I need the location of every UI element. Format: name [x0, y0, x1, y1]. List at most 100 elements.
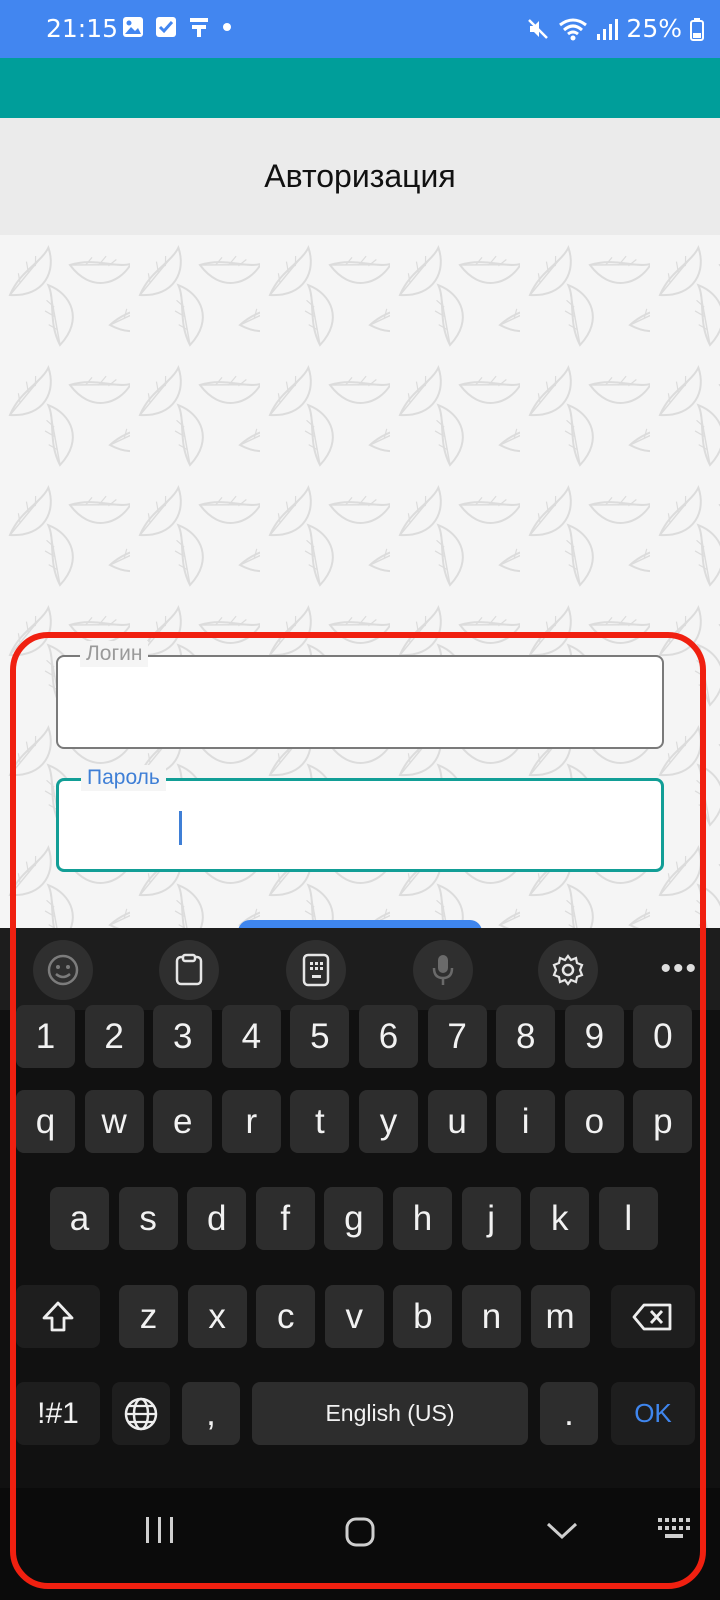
key-y[interactable]: y [359, 1090, 418, 1153]
key-u-label: u [447, 1101, 467, 1141]
key-l[interactable]: l [598, 1187, 658, 1250]
key-h[interactable]: h [393, 1187, 452, 1250]
key-7-label: 7 [447, 1016, 467, 1056]
key-2-label: 2 [104, 1016, 124, 1056]
symbols-key-label: !#1 [37, 1396, 79, 1430]
key-6-label: 6 [378, 1016, 399, 1056]
mute-icon [528, 18, 549, 39]
period-key-label: . [564, 1393, 574, 1433]
notification-icons [122, 16, 233, 38]
key-z[interactable]: z [119, 1285, 178, 1348]
signal-icon [597, 18, 619, 40]
key-p-label: p [653, 1101, 673, 1141]
key-a[interactable]: a [50, 1187, 109, 1250]
space-key-label: English (US) [325, 1400, 455, 1426]
backspace-icon [632, 1303, 672, 1330]
login-field[interactable]: Логин [56, 641, 664, 749]
key-k[interactable]: k [530, 1187, 590, 1250]
comma-key[interactable]: , [182, 1382, 240, 1445]
key-q[interactable]: q [16, 1090, 75, 1153]
key-c[interactable]: c [256, 1285, 316, 1348]
key-g[interactable]: g [324, 1187, 384, 1250]
key-u[interactable]: u [427, 1090, 487, 1153]
key-h-label: h [412, 1198, 433, 1238]
key-5[interactable]: 5 [290, 1005, 350, 1068]
key-1-label: 1 [35, 1016, 56, 1056]
emoji-icon[interactable] [33, 940, 93, 1000]
globe-icon [124, 1397, 158, 1430]
key-j[interactable]: j [461, 1187, 521, 1250]
recent-apps-icon[interactable] [144, 1516, 176, 1544]
key-d[interactable]: d [187, 1187, 247, 1250]
system-icons: 25% [526, 14, 704, 43]
key-o-label: o [584, 1101, 605, 1141]
key-d-label: d [206, 1198, 227, 1238]
more-icon[interactable]: ••• [660, 954, 698, 984]
key-s[interactable]: s [118, 1187, 178, 1250]
login-label: Логин [80, 641, 149, 667]
key-q-label: q [35, 1101, 56, 1141]
key-6[interactable]: 6 [359, 1005, 418, 1068]
key-1[interactable]: 1 [16, 1005, 75, 1068]
navigation-bar [0, 1488, 720, 1600]
app-icon [190, 18, 208, 37]
settings-icon[interactable] [538, 940, 598, 1000]
key-o[interactable]: o [564, 1090, 624, 1153]
ok-key-label: OK [634, 1398, 672, 1428]
key-x-label: x [208, 1296, 226, 1336]
microphone-icon[interactable] [413, 940, 473, 1000]
key-8-label: 8 [515, 1016, 536, 1056]
key-v[interactable]: v [324, 1285, 384, 1348]
language-key[interactable] [112, 1382, 170, 1445]
battery-percent: 25% [626, 14, 682, 43]
comma-key-label: , [206, 1393, 216, 1433]
key-m[interactable]: m [530, 1285, 590, 1348]
key-3[interactable]: 3 [153, 1005, 213, 1068]
key-i[interactable]: i [496, 1090, 556, 1153]
key-3-label: 3 [172, 1016, 193, 1056]
password-field[interactable]: Пароль [56, 765, 664, 872]
key-x[interactable]: x [187, 1285, 247, 1348]
key-p[interactable]: p [633, 1090, 693, 1153]
dot-icon [223, 23, 231, 31]
key-t-label: t [315, 1101, 325, 1141]
key-v-label: v [345, 1296, 364, 1336]
key-e-label: e [172, 1101, 193, 1141]
app-bar [0, 58, 720, 118]
key-z-label: z [139, 1296, 158, 1336]
key-b[interactable]: b [393, 1285, 453, 1348]
key-r[interactable]: r [221, 1090, 281, 1153]
key-8[interactable]: 8 [496, 1005, 556, 1068]
hide-keyboard-icon[interactable] [545, 1516, 579, 1544]
keyboard-switch-icon[interactable] [656, 1516, 692, 1544]
key-0[interactable]: 0 [633, 1005, 693, 1068]
space-key[interactable]: English (US) [252, 1382, 528, 1445]
backspace-key[interactable] [611, 1285, 695, 1348]
clipboard-icon[interactable] [159, 940, 219, 1000]
key-7[interactable]: 7 [427, 1005, 487, 1068]
key-n-label: n [481, 1296, 502, 1336]
key-e[interactable]: e [153, 1090, 213, 1153]
status-bar: 21:15 25% [0, 0, 720, 58]
key-c-label: c [276, 1296, 295, 1336]
key-n[interactable]: n [462, 1285, 521, 1348]
key-f[interactable]: f [255, 1187, 315, 1250]
keyboard-toolbar: ••• [0, 928, 720, 1010]
key-s-label: s [139, 1198, 157, 1238]
key-f-label: f [280, 1198, 291, 1238]
key-w-label: w [101, 1101, 127, 1141]
symbols-key[interactable]: !#1 [16, 1382, 100, 1445]
one-handed-keyboard-icon[interactable] [286, 940, 346, 1000]
key-t[interactable]: t [290, 1090, 350, 1153]
home-icon[interactable] [344, 1516, 376, 1548]
wifi-icon [559, 18, 588, 40]
key-9[interactable]: 9 [564, 1005, 624, 1068]
period-key[interactable]: . [540, 1382, 598, 1445]
shift-key[interactable] [16, 1285, 100, 1348]
key-4[interactable]: 4 [221, 1005, 281, 1068]
key-w[interactable]: w [84, 1090, 144, 1153]
status-time: 21:15 [46, 14, 119, 43]
ok-key[interactable]: OK [611, 1382, 695, 1445]
key-0-label: 0 [653, 1016, 673, 1056]
key-2[interactable]: 2 [84, 1005, 144, 1068]
